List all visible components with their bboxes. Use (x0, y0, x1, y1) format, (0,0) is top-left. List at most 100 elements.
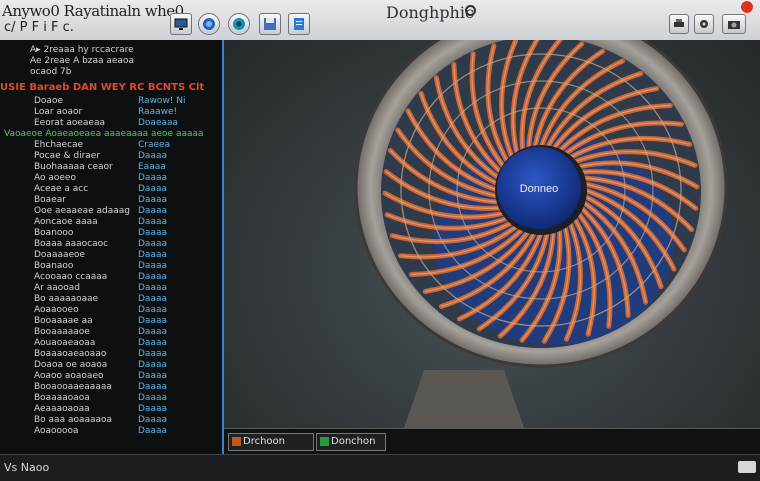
hub-label: Donneo (520, 183, 559, 195)
code-line-text: Doaoe (34, 96, 63, 106)
code-line-text: Ar aaooad (34, 283, 80, 293)
status-scroll-handle[interactable] (738, 461, 756, 473)
code-line-value: Daaaa (138, 305, 167, 315)
logo-icon (465, 5, 476, 16)
code-line-text: Boaear (34, 195, 66, 205)
code-line-text: Aouaoaeaoaa (34, 338, 96, 348)
code-line-text: Aceae a acc (34, 184, 89, 194)
code-line-value: Daaaa (138, 349, 167, 359)
code-line-value: Eaaaa (138, 162, 166, 172)
layer-chip-left[interactable]: Drchoon (228, 433, 314, 451)
code-line-value: Daaaa (138, 415, 167, 425)
document-icon (294, 18, 304, 30)
code-line-text: Boaaaaoaoa (34, 393, 90, 403)
code-line-text: Aoaooooa (34, 426, 79, 436)
code-line-value: Daaaa (138, 294, 167, 304)
code-line-highlight: Vaoaeoe Aoaeaoeaea aaaeaaaa aeoe aaaaa (4, 129, 204, 139)
code-panel: USIE Baraeb DAN WEY RC BCNTS Clt A▸ 2rea… (0, 40, 224, 454)
code-line-value: Daaaa (138, 283, 167, 293)
code-line-text: Ao aoeeo (34, 173, 76, 183)
monitor-icon (174, 18, 188, 30)
print-button[interactable] (669, 14, 689, 34)
fan-render: Donneo (354, 40, 728, 428)
green-square-icon (320, 437, 329, 446)
code-line-value: Daaaa (138, 382, 167, 392)
camera-icon (728, 21, 740, 29)
code-line-value: Daaaa (138, 206, 167, 216)
refresh-button[interactable] (228, 13, 250, 35)
code-line-value: Doaeaaa (138, 118, 179, 128)
code-line-value: Rawow! Ni (138, 96, 186, 106)
code-line-value: Daaaa (138, 327, 167, 337)
layer-chip-left-label: Drchoon (243, 436, 286, 447)
code-line-text: Boaaa aaaocaoc (34, 239, 109, 249)
toolbar-sub-label: c/ P F i F c. (4, 20, 74, 35)
code-line-text: Ae 2reae A bzaa aeaoa (30, 56, 135, 66)
code-line-value: Daaaa (138, 338, 167, 348)
code-line-value: Daaaa (138, 404, 167, 414)
fan-stand (404, 370, 524, 428)
code-line-value: Daaaa (138, 151, 167, 161)
layer-chip-right[interactable]: Donchon (316, 433, 386, 451)
code-line-value: Raaawe! (138, 107, 178, 117)
toolbar: Anywo0 Rayatinaln whe0 c/ P F i F c. Don… (0, 0, 760, 41)
print-icon (674, 19, 684, 27)
globe-button[interactable] (198, 13, 220, 35)
code-line-value: Daaaa (138, 272, 167, 282)
globe-icon (203, 18, 215, 30)
code-line-text: Boaaaoaeaoaao (34, 349, 107, 359)
code-header: USIE Baraeb DAN WEY RC BCNTS Clt (0, 82, 205, 93)
code-line-text: Doaoa oe aoaoa (34, 360, 108, 370)
notification-badge (740, 0, 754, 14)
code-line-text: Aoaoo aoaoaeo (34, 371, 104, 381)
code-line-text: Boanaoo (34, 261, 74, 271)
code-line-text: Booaaaaaoe (34, 327, 90, 337)
app-window: Anywo0 Rayatinaln whe0 c/ P F i F c. Don… (0, 0, 760, 481)
code-line-value: Daaaa (138, 371, 167, 381)
code-line-text: Bo aaa aoaaaaoa (34, 415, 113, 425)
code-line-text: ocaod 7b (30, 67, 72, 77)
code-line-text: Eeorat aoeaeaa (34, 118, 105, 128)
code-line-value: Daaaa (138, 250, 167, 260)
code-line-value: Daaaa (138, 239, 167, 249)
status-bar: Vs Naoo (0, 454, 760, 481)
status-text: Vs Naoo (4, 461, 50, 474)
code-line-text: Loar aoaor (34, 107, 83, 117)
code-line-text: Buohaaaaa ceaor (34, 162, 113, 172)
save-button[interactable] (259, 13, 281, 35)
code-line-value: Daaaa (138, 173, 167, 183)
code-line-text: Bo aaaaaoaae (34, 294, 99, 304)
code-line-text: Aoaaooeo (34, 305, 79, 315)
save-icon (264, 18, 276, 30)
code-line-value: Daaaa (138, 184, 167, 194)
code-line-value: Daaaa (138, 195, 167, 205)
layer-chip-right-label: Donchon (331, 436, 376, 447)
monitor-button[interactable] (170, 13, 192, 35)
gear-icon (700, 20, 708, 28)
code-line-value: Daaaa (138, 217, 167, 227)
code-line-text: Boanooo (34, 228, 74, 238)
3d-viewport[interactable]: Donneo (224, 40, 760, 428)
code-line-value: Craeea (138, 140, 171, 150)
camera-button[interactable] (722, 14, 746, 34)
refresh-icon (233, 18, 245, 30)
code-line-value: Daaaa (138, 228, 167, 238)
code-line-text: Pocae & diraer (34, 151, 101, 161)
code-line-value: Daaaa (138, 393, 167, 403)
viewport-footer: Drchoon Donchon (224, 428, 760, 455)
code-line-text: Acooaao ccaaaa (34, 272, 108, 282)
code-line-text: Ehchaecae (34, 140, 84, 150)
settings-button[interactable] (694, 14, 714, 34)
code-line-text: Aoncaoe aaaa (34, 217, 98, 227)
code-line-value: Daaaa (138, 261, 167, 271)
code-line-text: A▸ 2reaaa hy rccacrare (30, 45, 134, 55)
code-line-text: Ooe aeaaeae adaaag (34, 206, 131, 216)
code-line-text: Doaaaaeoe (34, 250, 86, 260)
code-line-text: Aeaaaoaoaa (34, 404, 90, 414)
document-button[interactable] (288, 13, 310, 35)
orange-square-icon (232, 437, 241, 446)
code-line-text: Booaaaae aa (34, 316, 93, 326)
code-line-text: Booaooaaeaaaaa (34, 382, 112, 392)
code-line-value: Daaaa (138, 316, 167, 326)
code-line-value: Daaaa (138, 360, 167, 370)
